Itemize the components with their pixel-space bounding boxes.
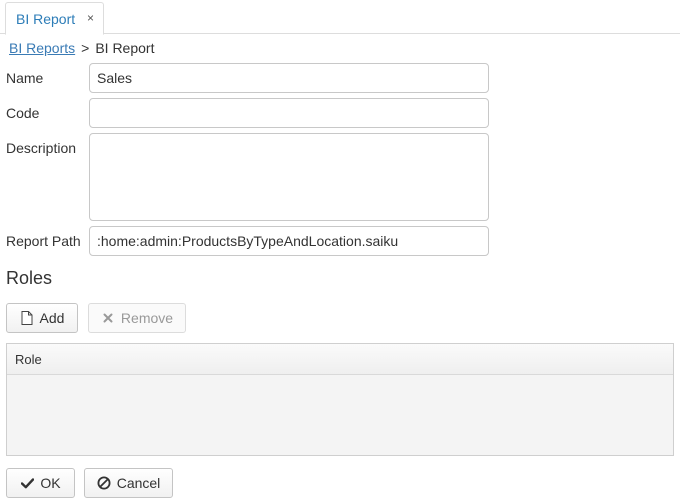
breadcrumb-separator: >	[81, 40, 90, 56]
breadcrumb-link-bi-reports[interactable]: BI Reports	[9, 40, 75, 56]
description-label: Description	[6, 140, 77, 156]
close-icon[interactable]: ×	[87, 11, 94, 25]
tab-bar: BI Report ×	[0, 0, 680, 35]
cancel-circle-icon	[97, 476, 111, 490]
ok-label: OK	[40, 475, 61, 491]
roles-table: Role	[6, 343, 674, 456]
name-field[interactable]: Sales	[89, 63, 489, 93]
ok-button[interactable]: OK	[6, 468, 75, 498]
breadcrumb-current: BI Report	[95, 40, 155, 56]
tab-bi-report[interactable]: BI Report ×	[5, 2, 104, 35]
report-path-label: Report Path	[6, 233, 81, 249]
document-icon	[20, 311, 34, 325]
code-field[interactable]	[89, 98, 489, 128]
description-field[interactable]	[89, 133, 489, 221]
column-header-role[interactable]: Role	[15, 352, 42, 367]
add-role-label: Add	[39, 310, 65, 326]
name-label: Name	[6, 70, 44, 86]
add-role-button[interactable]: Add	[6, 303, 78, 333]
remove-role-button[interactable]: Remove	[88, 303, 186, 333]
remove-role-label: Remove	[120, 310, 174, 326]
report-path-field[interactable]: :home:admin:ProductsByTypeAndLocation.sa…	[89, 226, 489, 256]
report-path-field-value: :home:admin:ProductsByTypeAndLocation.sa…	[97, 233, 399, 249]
roles-table-body	[7, 375, 673, 455]
name-field-value: Sales	[97, 70, 133, 86]
checkmark-icon	[20, 476, 34, 490]
roles-section-title: Roles	[6, 268, 53, 288]
code-label: Code	[6, 105, 40, 121]
cancel-button[interactable]: Cancel	[84, 468, 173, 498]
breadcrumb: BI Reports > BI Report	[9, 40, 154, 56]
cancel-label: Cancel	[116, 475, 161, 491]
remove-x-icon	[101, 311, 115, 325]
roles-table-header: Role	[7, 344, 673, 375]
tab-title[interactable]: BI Report	[16, 11, 75, 27]
